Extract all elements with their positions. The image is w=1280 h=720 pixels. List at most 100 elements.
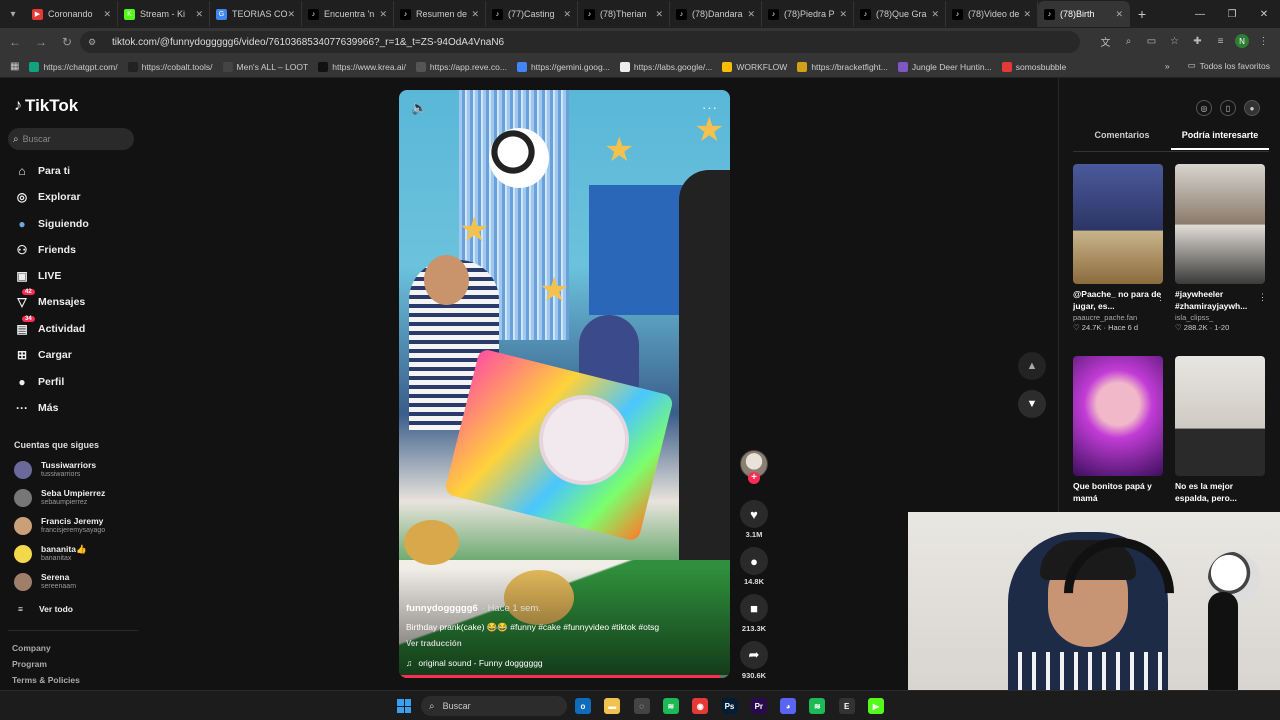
sidebar-item-home[interactable]: ⌂ Para ti [14,164,70,178]
bookmark-item[interactable]: somosbubble [1001,61,1066,72]
bookmark-star-icon[interactable]: ☆ [1166,32,1183,50]
tab-close-icon[interactable]: ✕ [839,9,847,20]
restore-icon[interactable]: ❐ [1216,0,1248,28]
video-author[interactable]: funnydoggggg6 · Hace 1 sem. [406,603,541,614]
tab-close-icon[interactable]: ✕ [379,9,387,20]
bookmark-item[interactable]: https://bracketfight... [797,61,888,72]
browser-tab[interactable]: ♪ (78)Dandara ✕ [670,1,762,27]
browser-tab[interactable]: ♪ Resumen de ✕ [394,1,486,27]
phone-icon[interactable]: ▯ [1220,100,1236,116]
video-thumbnail[interactable] [1073,356,1163,476]
windows-start-icon[interactable] [397,699,411,713]
media-controls-icon[interactable]: ≡ [1212,32,1229,50]
minimize-icon[interactable]: — [1184,0,1216,28]
video-progress-bar[interactable] [399,675,730,678]
bookmark-item[interactable]: https://labs.google/... [619,61,712,72]
translate-icon[interactable]: 文 [1097,32,1114,50]
taskbar-premiere-icon[interactable]: Pr [750,698,767,714]
sidebar-item-more[interactable]: ··· Más [14,401,58,415]
video-thumbnail[interactable] [1175,164,1265,284]
bookmark-item[interactable]: https://gemini.goog... [516,61,610,72]
author-name[interactable]: funnydoggggg6 [406,603,478,614]
footer-link[interactable]: Terms & Policies [12,675,80,685]
browser-tab[interactable]: ♪ (78)Birth ✕ [1038,1,1130,27]
browser-tab[interactable]: ♪ Encuentra 'n ✕ [302,1,394,27]
followed-account[interactable]: Tussiwarriors tussiwarriors [14,460,96,479]
site-info-icon[interactable]: ⚙ [88,37,100,48]
browser-tab[interactable]: ♪ (78)Video de ✕ [946,1,1038,27]
footer-link[interactable]: Program [12,659,47,669]
card-menu-icon[interactable]: ⋮ [1156,292,1165,303]
browser-tab[interactable]: K Stream - Ki ✕ [118,1,210,27]
search-input[interactable]: ⌕ Buscar [8,128,134,150]
bookmark-item[interactable]: Men's ALL – LOOT [222,61,308,72]
tab-suggested[interactable]: Podría interesarte [1171,130,1269,150]
cast-icon[interactable]: ▭ [1143,32,1160,50]
forward-icon[interactable]: → [30,35,52,49]
tab-close-icon[interactable]: ✕ [471,9,479,20]
browser-tab[interactable]: ▶ Coronando ✕ [26,1,118,27]
card-menu-icon[interactable]: ⋮ [1258,292,1267,303]
bookmark-item[interactable]: https://www.krea.ai/ [318,61,406,72]
suggested-video-card[interactable]: Que bonitos papá y mamá [1073,356,1163,504]
sidebar-item-following-avatar[interactable]: ● Siguiendo [14,217,88,231]
more-options-icon[interactable]: ··· [702,100,718,115]
followed-account[interactable]: Seba Umpierrez sebaumpierrez [14,488,105,507]
card-username[interactable]: isla_clipss_ [1175,313,1265,322]
bookmark-item[interactable]: https://chatgpt.com/ [29,61,118,72]
followed-account[interactable]: Serena sereenaam [14,572,76,591]
save-button[interactable]: ■ 213.3K [738,594,770,633]
tab-close-icon[interactable]: ✕ [747,9,755,20]
back-icon[interactable]: ← [4,35,26,49]
browser-tab[interactable]: ♪ (78)Que Gra ✕ [854,1,946,27]
footer-link[interactable]: Company [12,643,51,653]
browser-tab[interactable]: ♪ (78)Piedra P ✕ [762,1,854,27]
tab-close-icon[interactable]: ✕ [103,9,111,20]
browser-menu-icon[interactable]: ⋮ [1255,32,1272,50]
overflow-chevron-icon[interactable]: » [1165,61,1170,71]
bookmark-item[interactable]: WORKFLOW [722,61,787,72]
taskbar-photoshop-icon[interactable]: Ps [721,698,738,714]
bookmark-item[interactable]: Jungle Deer Huntin... [897,61,992,72]
see-all-button[interactable]: ≡ Ver todo [14,604,73,614]
taskbar-outlook-icon[interactable]: o [575,698,591,714]
extensions-icon[interactable]: ✚ [1189,32,1206,50]
tab-close-icon[interactable]: ✕ [931,9,939,20]
browser-tab[interactable]: ♪ (78)Therian ✕ [578,1,670,27]
taskbar-file-explorer-icon[interactable]: ▬ [604,698,621,714]
see-translation-link[interactable]: Ver traducción [406,639,462,648]
url-text[interactable]: tiktok.com/@funnydoggggg6/video/76103685… [112,37,504,48]
followed-account[interactable]: bananita👍 bananitax [14,544,87,563]
followed-account[interactable]: Francis Jeremy francisjeremysayago [14,516,105,535]
taskbar-epic-games-icon[interactable]: E [838,698,855,714]
new-tab-button[interactable]: + [1130,6,1154,22]
sidebar-item-upload[interactable]: ⊞ Cargar [14,348,72,362]
taskbar-spotify-icon[interactable]: ≋ [662,698,679,714]
taskbar-steam-activity-icon[interactable]: ◌ [633,698,650,714]
reload-icon[interactable]: ↻ [56,35,78,49]
follow-plus-icon[interactable]: + [748,472,760,484]
tab-close-icon[interactable]: ✕ [195,9,203,20]
sound-link[interactable]: ♫ original sound - Funny dogggggg [406,658,543,668]
tab-close-icon[interactable]: ✕ [1023,9,1031,20]
all-bookmarks[interactable]: » ▭ Todos los favoritos [1165,60,1270,71]
compass-icon[interactable]: ◎ [1196,100,1212,116]
tab-close-icon[interactable]: ✕ [655,9,663,20]
video-thumbnail[interactable] [1073,164,1163,284]
sidebar-item-friends[interactable]: ⚇ Friends [14,243,76,257]
tab-close-icon[interactable]: ✕ [1115,9,1123,20]
close-window-icon[interactable]: ✕ [1248,0,1280,28]
like-button[interactable]: ♥ 3.1M [738,500,770,539]
profile-avatar[interactable]: N [1235,34,1249,48]
taskbar-search[interactable]: ⌕ Buscar [421,696,567,716]
tab-comments[interactable]: Comentarios [1073,130,1171,150]
sidebar-item-compass[interactable]: ◎ Explorar [14,190,81,204]
sidebar-item-activity[interactable]: ▤ 34 Actividad [14,316,85,336]
volume-icon[interactable]: 🔈 [411,100,427,116]
sidebar-item-profile[interactable]: ● Perfil [14,375,64,389]
previous-video-chevron-up-icon[interactable]: ▲ [1018,352,1046,380]
sidebar-item-messages[interactable]: ▽ 42 Mensajes [14,289,85,309]
suggested-video-card[interactable]: No es la mejor espalda, pero... [1175,356,1265,504]
video-thumbnail[interactable] [1175,356,1265,476]
comment-button[interactable]: ● 14.8K [738,547,770,586]
